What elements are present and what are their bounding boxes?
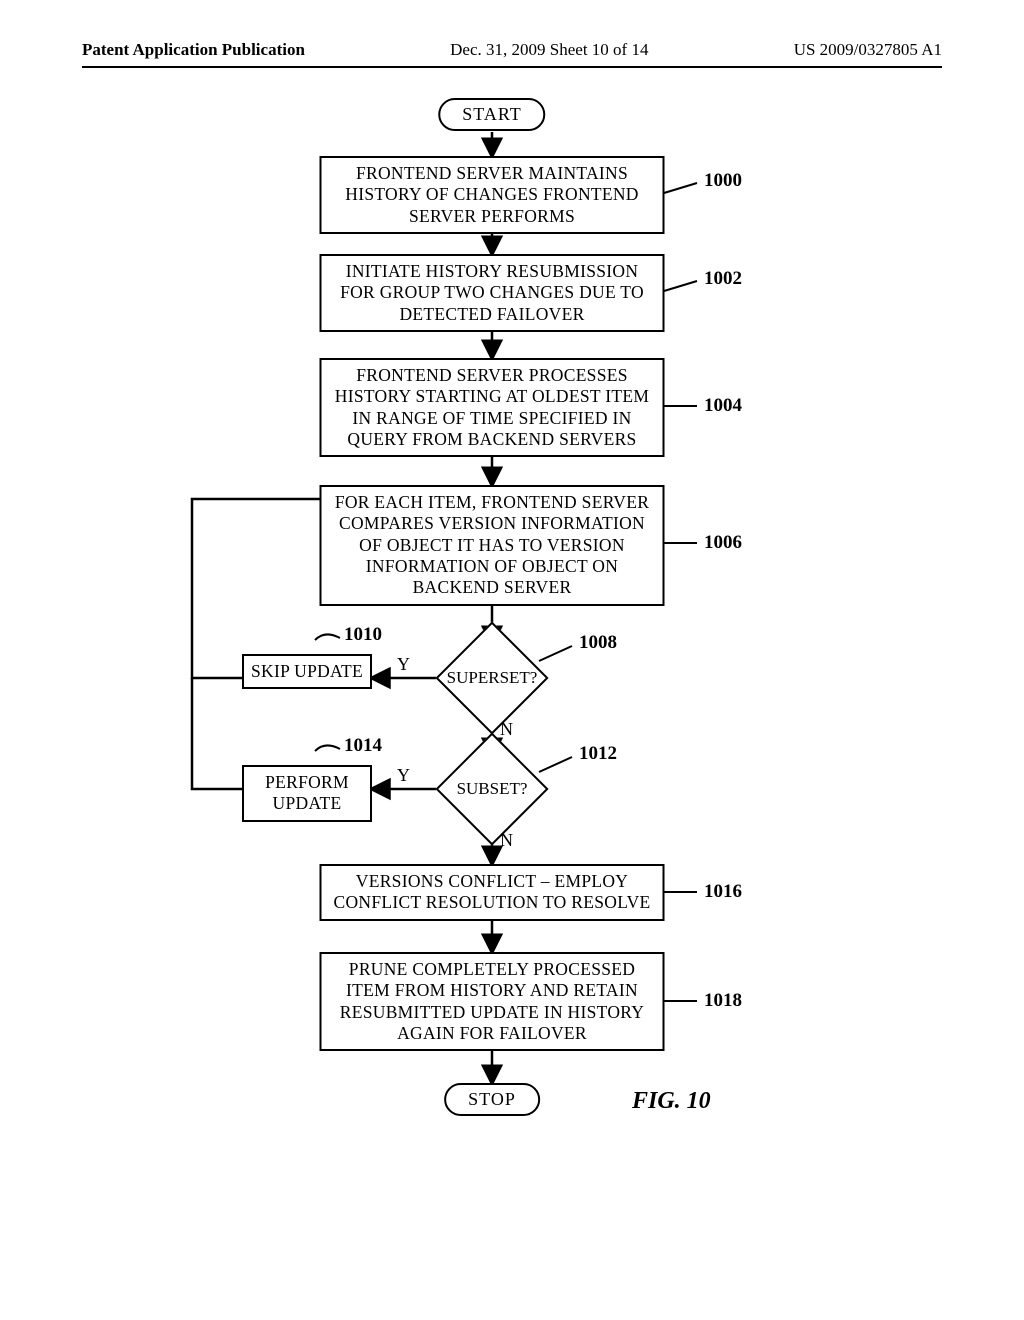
page-header: Patent Application Publication Dec. 31, … — [82, 40, 942, 68]
label-subset-yes: Y — [397, 765, 410, 786]
flow-step-1018: PRUNE COMPLETELY PROCESSED ITEM FROM HIS… — [320, 952, 665, 1051]
flowchart: START FRONTEND SERVER MAINTAINS HISTORY … — [82, 98, 942, 1228]
flow-step-1006: FOR EACH ITEM, FRONTEND SERVER COMPARES … — [320, 485, 665, 606]
ref-1010: 1010 — [344, 624, 382, 646]
flow-decision-subset: SUBSET? — [435, 732, 548, 845]
ref-1002: 1002 — [704, 268, 742, 290]
header-publication: Patent Application Publication — [82, 40, 305, 60]
label-superset-yes: Y — [397, 654, 410, 675]
flow-step-1002: INITIATE HISTORY RESUBMISSION FOR GROUP … — [320, 254, 665, 332]
label-superset-no: N — [500, 719, 513, 740]
ref-1006: 1006 — [704, 532, 742, 554]
ref-1018: 1018 — [704, 990, 742, 1012]
header-date-sheet: Dec. 31, 2009 Sheet 10 of 14 — [450, 40, 648, 60]
flow-decision-superset: SUPERSET? — [435, 621, 548, 734]
flow-stop: STOP — [444, 1083, 540, 1116]
ref-1012: 1012 — [579, 743, 617, 765]
flow-step-1014: PERFORM UPDATE — [242, 765, 372, 822]
flow-step-1016: VERSIONS CONFLICT – EMPLOY CONFLICT RESO… — [320, 864, 665, 921]
ref-1008: 1008 — [579, 632, 617, 654]
flow-step-1004: FRONTEND SERVER PROCESSES HISTORY STARTI… — [320, 358, 665, 457]
label-subset-no: N — [500, 830, 513, 851]
flow-step-1000: FRONTEND SERVER MAINTAINS HISTORY OF CHA… — [320, 156, 665, 234]
header-patent-number: US 2009/0327805 A1 — [794, 40, 942, 60]
flow-start: START — [438, 98, 545, 131]
ref-1014: 1014 — [344, 735, 382, 757]
ref-1016: 1016 — [704, 881, 742, 903]
page: Patent Application Publication Dec. 31, … — [82, 40, 942, 1280]
figure-caption: FIG. 10 — [632, 1088, 711, 1115]
flow-step-1010: SKIP UPDATE — [242, 654, 372, 689]
ref-1004: 1004 — [704, 395, 742, 417]
flow-decision-subset-label: SUBSET? — [457, 779, 528, 799]
ref-1000: 1000 — [704, 170, 742, 192]
flow-decision-superset-label: SUPERSET? — [447, 668, 538, 688]
